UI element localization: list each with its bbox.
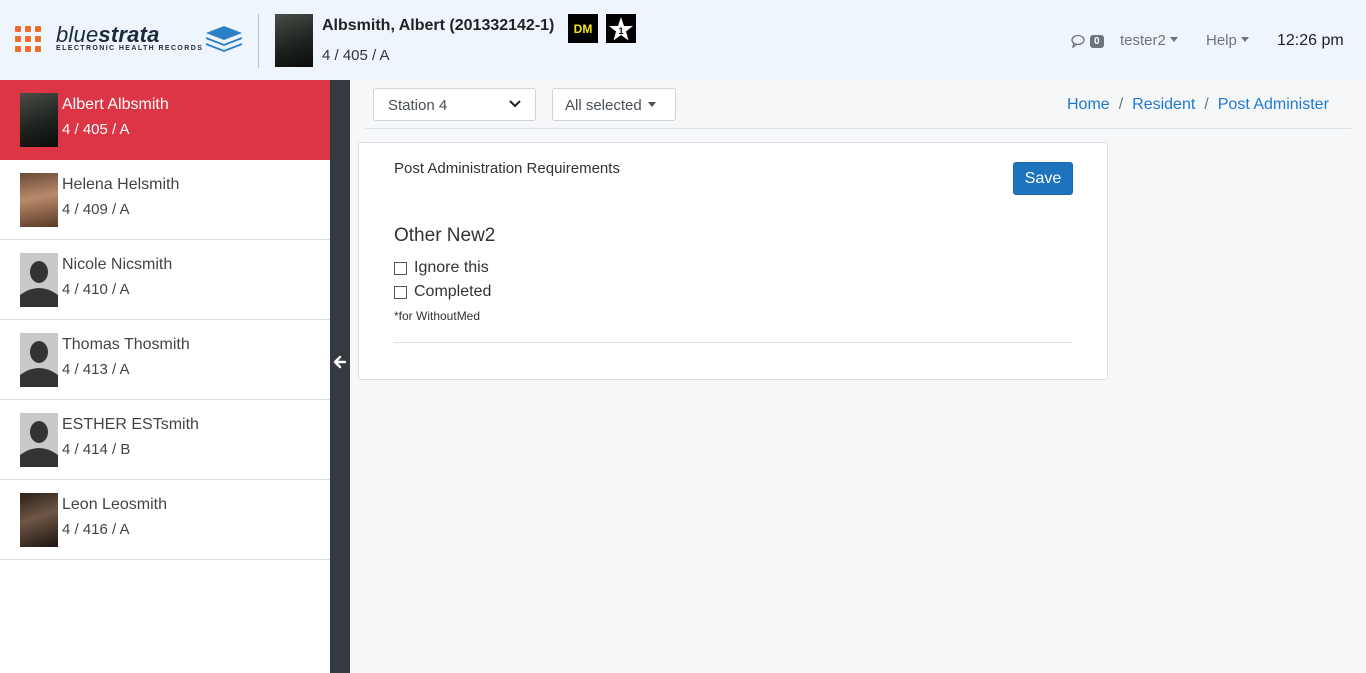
patient-name: Albsmith, Albert (201332142-1): [322, 17, 555, 34]
resident-item[interactable]: Albert Albsmith 4 / 405 / A: [0, 80, 330, 160]
chevron-down-icon: [509, 100, 521, 108]
logo-subtitle: ELECTRONIC HEALTH RECORDS: [56, 45, 204, 52]
resident-room: 4 / 410 / A: [62, 281, 130, 298]
station-select-value: Station 4: [388, 97, 448, 114]
caret-down-icon: [647, 102, 656, 108]
resident-room: 4 / 405 / A: [62, 121, 130, 138]
header-divider: [258, 14, 259, 68]
completed-checkbox[interactable]: [394, 285, 407, 299]
card-divider: [394, 342, 1072, 343]
silhouette-avatar-icon: [20, 333, 58, 387]
ignore-checkbox-label: Ignore this: [414, 259, 489, 276]
breadcrumb: Home / Resident / Post Administer: [1067, 96, 1329, 114]
requirement-heading: Other New2: [394, 225, 496, 246]
resident-item[interactable]: Nicole Nicsmith 4 / 410 / A: [0, 240, 330, 320]
stacked-layers-icon: [206, 26, 242, 52]
resident-name: Leon Leosmith: [62, 496, 167, 513]
messages-button[interactable]: 0: [1071, 34, 1104, 48]
top-navbar: bluestrata ELECTRONIC HEALTH RECORDS Alb…: [0, 0, 1366, 80]
resident-photo: [20, 173, 58, 227]
breadcrumb-home[interactable]: Home: [1067, 96, 1110, 113]
filter-multiselect[interactable]: All selected: [552, 88, 676, 121]
arrow-left-icon: [333, 355, 347, 369]
star-badge-icon[interactable]: 1: [606, 14, 636, 43]
silhouette-avatar-icon: [20, 413, 58, 467]
clock-time: 12:26 pm: [1277, 32, 1344, 49]
breadcrumb-resident[interactable]: Resident: [1132, 96, 1195, 113]
user-menu-dropdown[interactable]: tester2: [1120, 32, 1178, 49]
resident-photo: [20, 93, 58, 147]
dm-badge[interactable]: DM: [568, 14, 598, 43]
patient-room: 4 / 405 / A: [322, 47, 390, 64]
resident-name: ESTHER ESTsmith: [62, 416, 199, 433]
bluestrata-logo[interactable]: bluestrata ELECTRONIC HEALTH RECORDS: [56, 22, 246, 56]
ignore-checkbox[interactable]: [394, 261, 407, 275]
save-button[interactable]: Save: [1013, 162, 1073, 195]
resident-photo: [20, 493, 58, 547]
patient-photo: [275, 14, 313, 67]
breadcrumb-post-administer[interactable]: Post Administer: [1218, 96, 1329, 113]
resident-name: Helena Helsmith: [62, 176, 180, 193]
caret-down-icon: [1240, 37, 1249, 43]
resident-room: 4 / 414 / B: [62, 441, 131, 458]
resident-room: 4 / 416 / A: [62, 521, 130, 538]
breadcrumb-separator: /: [1204, 96, 1209, 113]
card-title: Post Administration Requirements: [394, 160, 620, 177]
caret-down-icon: [1169, 37, 1178, 43]
ignore-checkbox-row[interactable]: Ignore this: [394, 259, 489, 277]
user-menu-label: tester2: [1120, 32, 1166, 49]
resident-name: Albert Albsmith: [62, 96, 169, 113]
resident-list: Albert Albsmith 4 / 405 / A Helena Helsm…: [0, 80, 330, 673]
resident-item[interactable]: Leon Leosmith 4 / 416 / A: [0, 480, 330, 560]
toolbar-divider: [365, 128, 1351, 129]
message-count-badge: 0: [1090, 34, 1104, 48]
svg-text:1: 1: [618, 26, 623, 36]
completed-checkbox-row[interactable]: Completed: [394, 283, 491, 301]
post-administration-card: Post Administration Requirements Save Ot…: [358, 142, 1108, 380]
resident-name: Thomas Thosmith: [62, 336, 190, 353]
help-menu-label: Help: [1206, 32, 1237, 49]
resident-item[interactable]: ESTHER ESTsmith 4 / 414 / B: [0, 400, 330, 480]
chat-bubbles-icon: [1071, 34, 1085, 48]
help-menu-dropdown[interactable]: Help: [1206, 32, 1249, 49]
resident-item[interactable]: Helena Helsmith 4 / 409 / A: [0, 160, 330, 240]
requirement-note: *for WithoutMed: [394, 309, 481, 323]
resident-room: 4 / 409 / A: [62, 201, 130, 218]
completed-checkbox-label: Completed: [414, 283, 492, 300]
resident-name: Nicole Nicsmith: [62, 256, 173, 273]
sidebar-collapse-toggle[interactable]: [330, 80, 350, 673]
silhouette-avatar-icon: [20, 253, 58, 307]
apps-grid-icon[interactable]: [15, 26, 41, 52]
breadcrumb-separator: /: [1118, 96, 1124, 113]
resident-item[interactable]: Thomas Thosmith 4 / 413 / A: [0, 320, 330, 400]
resident-room: 4 / 413 / A: [62, 361, 130, 378]
station-select[interactable]: Station 4: [373, 88, 536, 121]
filter-multiselect-value: All selected: [565, 97, 642, 114]
